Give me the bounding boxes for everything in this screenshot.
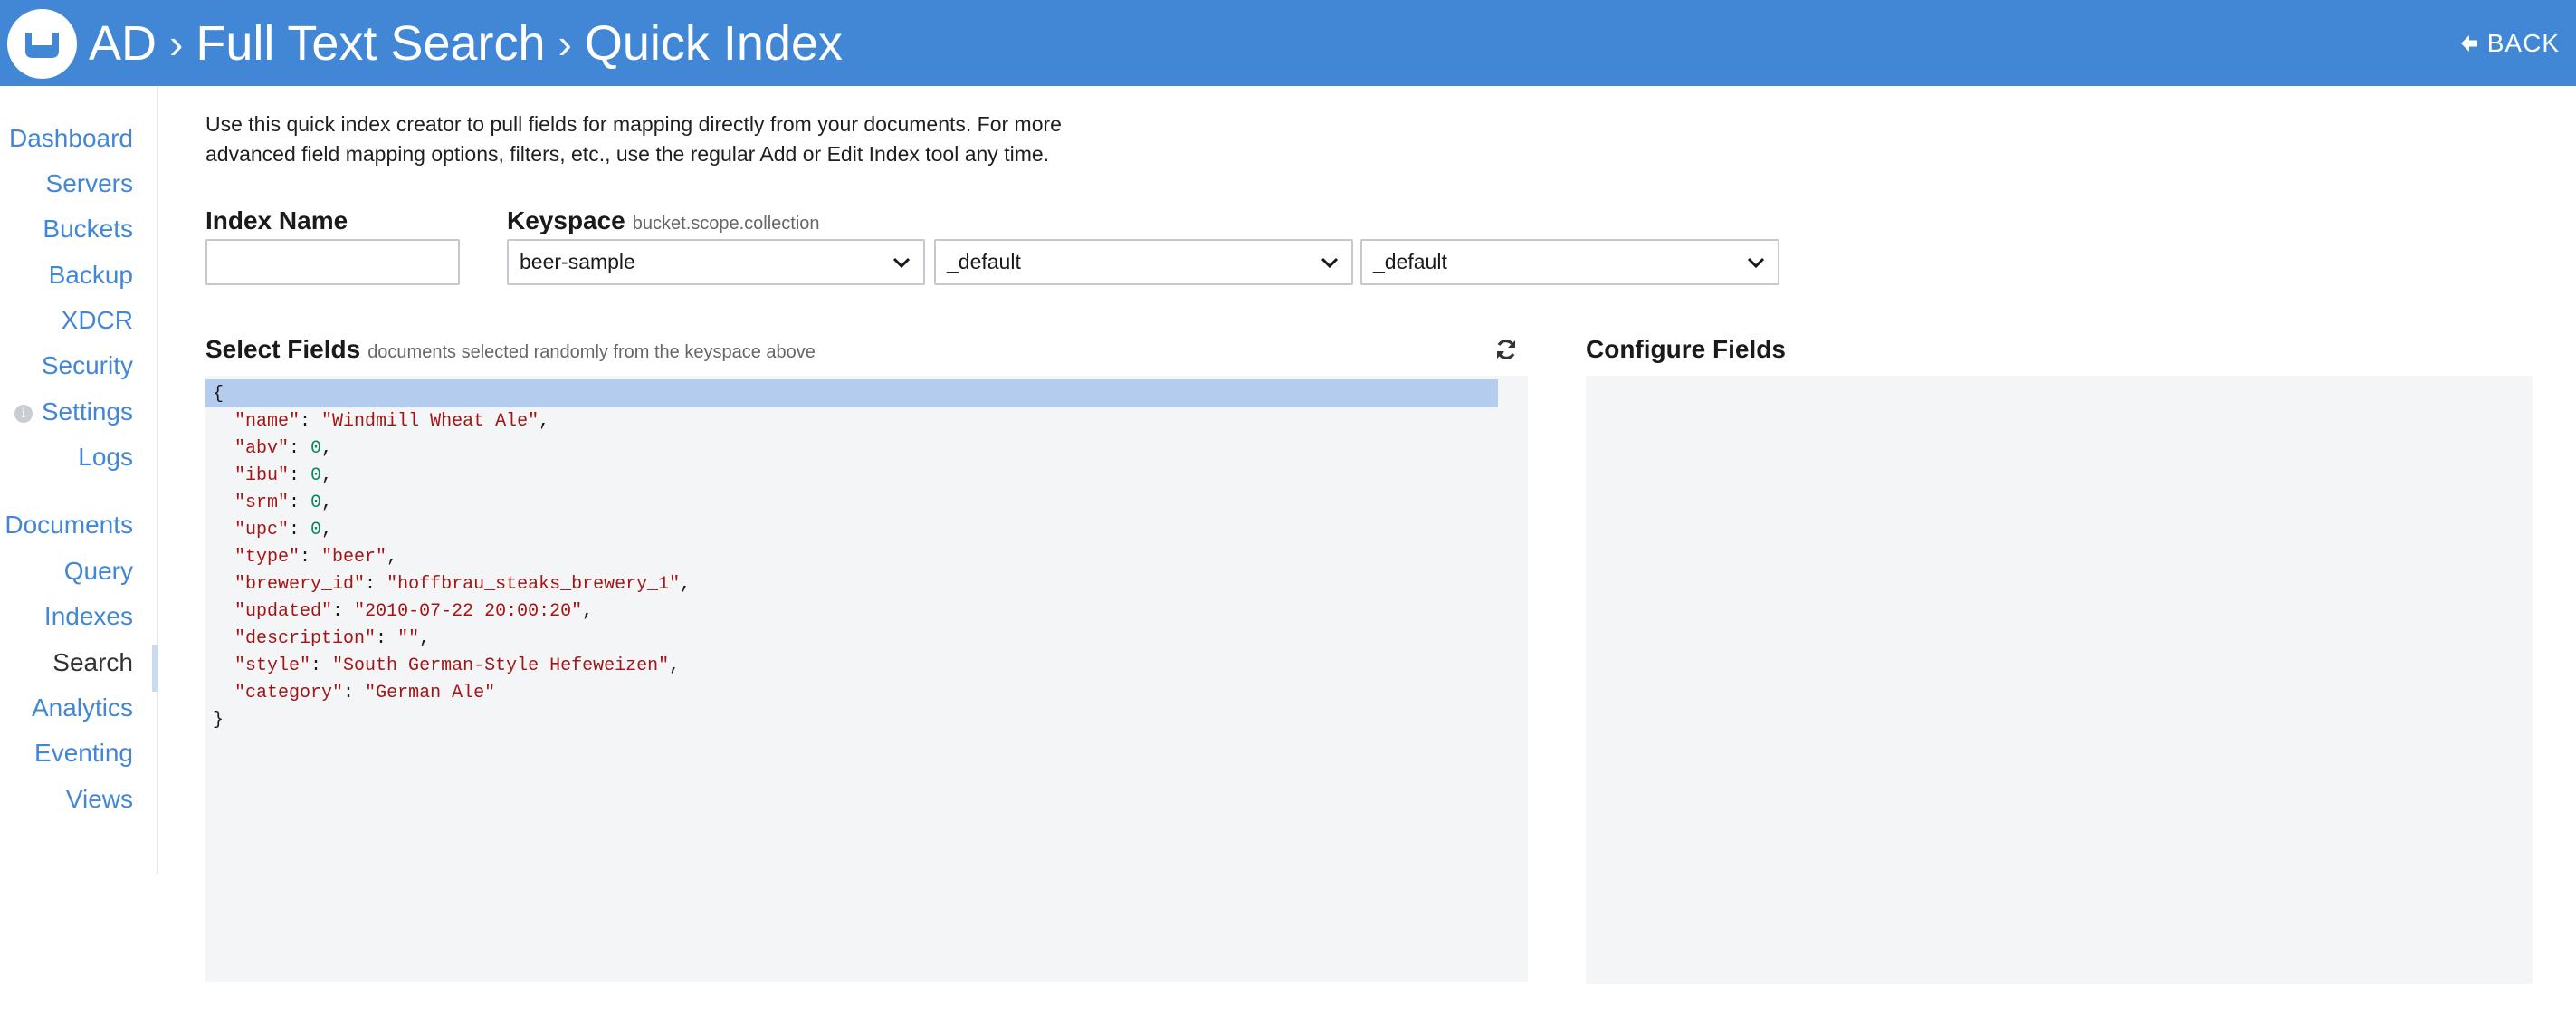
chevron-right-icon: › <box>558 19 572 67</box>
breadcrumb-cluster[interactable]: AD <box>89 15 157 72</box>
active-indicator <box>152 645 158 692</box>
sidebar-item-label: Settings <box>41 397 133 426</box>
json-line: "srm": 0, <box>234 493 333 513</box>
json-value: 0 <box>310 520 322 540</box>
json-close-brace: } <box>213 710 224 731</box>
json-key: "style" <box>234 655 311 676</box>
json-value: "" <box>397 628 420 649</box>
sidebar-item-settings[interactable]: i Settings <box>14 397 133 426</box>
json-value: "German Ale" <box>365 683 496 703</box>
sidebar-item-analytics[interactable]: Analytics <box>32 694 133 722</box>
sidebar-item-logs[interactable]: Logs <box>78 443 133 472</box>
document-viewer[interactable]: { "name": "Windmill Wheat Ale", "abv": 0… <box>205 376 1528 982</box>
intro-line-1: Use this quick index creator to pull fie… <box>205 112 1062 136</box>
json-line: "description": "", <box>234 628 431 649</box>
sidebar-item-search[interactable]: Search <box>52 648 133 677</box>
json-key: "type" <box>234 547 301 568</box>
json-key: "brewery_id" <box>234 574 366 595</box>
bucket-select-value: beer-sample <box>520 250 635 273</box>
sidebar-item-security[interactable]: Security <box>42 351 133 380</box>
bucket-select[interactable]: beer-sample <box>507 239 925 285</box>
json-value: 0 <box>310 493 322 513</box>
json-line: "style": "South German-Style Hefeweizen"… <box>234 655 681 676</box>
configure-fields-panel <box>1586 376 2533 984</box>
json-document: { "name": "Windmill Wheat Ale", "abv": 0… <box>213 381 691 734</box>
json-value: 0 <box>310 465 322 486</box>
info-icon: i <box>14 405 33 423</box>
chevron-down-icon <box>1747 257 1765 269</box>
top-header: AD › Full Text Search › Quick Index BACK <box>0 0 2576 86</box>
json-value: "2010-07-22 20:00:20" <box>354 601 583 622</box>
json-key: "upc" <box>234 520 290 540</box>
keyspace-hint: bucket.scope.collection <box>632 214 820 234</box>
json-value: "South German-Style Hefeweizen" <box>332 655 670 676</box>
json-key: "name" <box>234 411 301 432</box>
json-key: "updated" <box>234 601 333 622</box>
configure-fields-label: Configure Fields <box>1586 335 1786 363</box>
select-fields-hint: documents selected randomly from the key… <box>367 342 816 362</box>
couchbase-logo-icon[interactable] <box>7 9 77 79</box>
arrow-left-icon <box>2460 35 2477 52</box>
chevron-down-icon <box>892 257 911 269</box>
sidebar-item-xdcr[interactable]: XDCR <box>62 306 133 335</box>
json-line: "type": "beer", <box>234 547 398 568</box>
back-button[interactable]: BACK <box>2458 25 2560 62</box>
sidebar-nav: Dashboard Servers Buckets Backup XDCR Se… <box>0 86 158 874</box>
keyspace-title: Keyspace <box>507 206 625 234</box>
index-name-input[interactable] <box>205 239 460 285</box>
sidebar-item-backup[interactable]: Backup <box>49 261 133 290</box>
json-value: "Windmill Wheat Ale" <box>321 411 539 432</box>
intro-line-2: advanced field mapping options, filters,… <box>205 142 1050 166</box>
intro-text: Use this quick index creator to pull fie… <box>205 110 1147 169</box>
sidebar-item-eventing[interactable]: Eventing <box>34 739 133 768</box>
select-fields-title: Select Fields <box>205 335 361 363</box>
json-line: "abv": 0, <box>234 438 333 459</box>
json-line: "brewery_id": "hoffbrau_steaks_brewery_1… <box>234 574 692 595</box>
refresh-icon[interactable] <box>1493 337 1519 362</box>
json-open-brace: { <box>213 384 224 405</box>
json-value: "beer" <box>321 547 387 568</box>
sidebar-item-documents[interactable]: Documents <box>5 511 133 540</box>
json-key: "description" <box>234 628 377 649</box>
json-line: "name": "Windmill Wheat Ale", <box>234 411 550 432</box>
collection-select[interactable]: _default <box>1360 239 1779 285</box>
sidebar-item-views[interactable]: Views <box>66 785 133 814</box>
json-line: "upc": 0, <box>234 520 333 540</box>
sidebar-item-indexes[interactable]: Indexes <box>44 602 133 631</box>
json-key: "category" <box>234 683 344 703</box>
json-line: "category": "German Ale" <box>234 683 496 703</box>
json-value: 0 <box>310 438 322 459</box>
breadcrumb-full-text-search[interactable]: Full Text Search <box>196 15 545 72</box>
chevron-down-icon <box>1321 257 1339 269</box>
json-key: "ibu" <box>234 465 290 486</box>
scope-select[interactable]: _default <box>934 239 1353 285</box>
sidebar-item-query[interactable]: Query <box>64 557 133 586</box>
keyspace-label: Keyspace bucket.scope.collection <box>507 206 820 235</box>
chevron-right-icon: › <box>169 19 184 67</box>
json-line: "updated": "2010-07-22 20:00:20", <box>234 601 594 622</box>
collection-select-value: _default <box>1373 250 1447 273</box>
scope-select-value: _default <box>947 250 1021 273</box>
json-value: "hoffbrau_steaks_brewery_1" <box>386 574 681 595</box>
sidebar-item-dashboard[interactable]: Dashboard <box>9 124 133 153</box>
breadcrumb-quick-index: Quick Index <box>584 15 843 71</box>
back-label: BACK <box>2486 29 2560 57</box>
json-line: "ibu": 0, <box>234 465 333 486</box>
index-name-label: Index Name <box>205 206 348 234</box>
json-key: "abv" <box>234 438 290 459</box>
select-fields-label: Select Fields documents selected randomly… <box>205 335 816 364</box>
sidebar-item-buckets[interactable]: Buckets <box>43 215 133 244</box>
breadcrumb: AD › Full Text Search › Quick Index <box>89 0 843 86</box>
json-key: "srm" <box>234 493 290 513</box>
sidebar-item-servers[interactable]: Servers <box>46 169 133 198</box>
